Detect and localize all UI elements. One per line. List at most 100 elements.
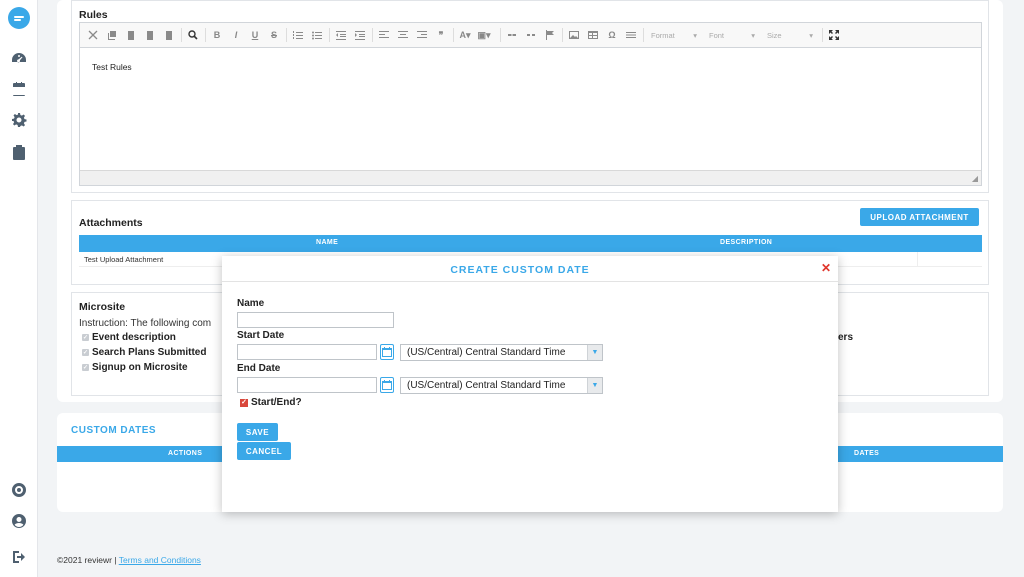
start-date-label: Start Date	[237, 330, 285, 341]
toolbar-divider	[822, 28, 823, 42]
paste-word-icon[interactable]	[162, 28, 176, 42]
attachments-title: Attachments	[79, 217, 143, 229]
chevron-down-icon: ▾	[751, 30, 755, 40]
paste-text-icon[interactable]	[143, 28, 157, 42]
resize-handle-icon[interactable]: ◢	[972, 174, 978, 183]
start-date-calendar-icon[interactable]	[380, 344, 394, 360]
footer: ©2021 reviewr | Terms and Conditions	[57, 555, 201, 565]
microsite-option[interactable]: ✓ Signup on Microsite	[82, 362, 188, 373]
chevron-down-icon: ▼	[587, 345, 602, 360]
paste-icon[interactable]	[124, 28, 138, 42]
toolbar-divider	[205, 28, 206, 42]
bullet-list-icon[interactable]	[310, 28, 324, 42]
toolbar-divider	[453, 28, 454, 42]
chevron-down-icon: ▼	[587, 378, 602, 393]
blockquote-icon[interactable]: ❞	[434, 28, 448, 42]
column-header-dates: DATES	[854, 450, 880, 457]
cancel-button[interactable]: CANCEL	[237, 442, 291, 460]
text-color-icon[interactable]: A▾	[458, 28, 472, 42]
table-icon[interactable]	[586, 28, 600, 42]
microsite-instruction: Instruction: The following com	[79, 318, 212, 329]
bold-icon[interactable]: B	[210, 28, 224, 42]
italic-icon[interactable]: I	[229, 28, 243, 42]
reviewr-logo-icon[interactable]	[8, 7, 30, 29]
underline-icon[interactable]: U	[248, 28, 262, 42]
size-dropdown[interactable]: Size ▾	[764, 28, 816, 42]
chevron-down-icon: ▾	[693, 30, 697, 40]
column-divider	[917, 252, 918, 267]
align-left-icon[interactable]	[377, 28, 391, 42]
rules-editor-content[interactable]: Test Rules	[80, 49, 981, 169]
end-date-calendar-icon[interactable]	[380, 377, 394, 393]
checkbox-checked-icon[interactable]: ✓	[240, 398, 248, 407]
upload-attachment-button[interactable]: UPLOAD ATTACHMENT	[860, 208, 979, 226]
find-icon[interactable]	[186, 28, 200, 42]
checkbox-checked-icon[interactable]: ✓	[82, 334, 89, 341]
outdent-icon[interactable]	[334, 28, 348, 42]
toolbar-divider	[500, 28, 501, 42]
microsite-option[interactable]: ✓ Search Plans Submitted	[82, 347, 206, 358]
rules-title: Rules	[79, 9, 108, 21]
numbered-list-icon[interactable]	[291, 28, 305, 42]
start-end-checkbox-row[interactable]: ✓ Start/End?	[240, 397, 302, 408]
toolbar-divider	[372, 28, 373, 42]
editor-toolbar: B I U S ❞ A▾ ▣▾ Ω Format ▾ Font ▾ Size ▾	[80, 23, 981, 48]
anchor-flag-icon[interactable]	[543, 28, 557, 42]
link-icon[interactable]	[505, 28, 519, 42]
background-color-icon[interactable]: ▣▾	[477, 28, 491, 42]
gear-icon[interactable]	[11, 112, 27, 128]
start-date-input[interactable]	[237, 344, 377, 360]
name-label: Name	[237, 298, 265, 309]
end-timezone-select[interactable]: (US/Central) Central Standard Time ▼	[400, 377, 603, 394]
microsite-option[interactable]: ✓ Event description	[82, 332, 176, 343]
name-input[interactable]	[237, 312, 394, 328]
dashboard-icon[interactable]	[11, 50, 27, 66]
toolbar-divider	[329, 28, 330, 42]
chevron-down-icon: ▾	[809, 30, 813, 40]
toolbar-divider	[562, 28, 563, 42]
indent-icon[interactable]	[353, 28, 367, 42]
attachments-table-header: NAME DESCRIPTION	[79, 235, 982, 252]
copy-icon[interactable]	[105, 28, 119, 42]
column-header-description: DESCRIPTION	[720, 239, 773, 246]
logout-icon[interactable]	[11, 549, 27, 565]
maximize-icon[interactable]	[827, 28, 841, 42]
user-icon[interactable]	[11, 513, 27, 529]
column-header-name: NAME	[316, 239, 339, 246]
calendar-icon[interactable]	[11, 81, 27, 97]
column-header-actions: ACTIONS	[168, 450, 203, 457]
close-icon[interactable]: ✕	[821, 261, 831, 275]
terms-link[interactable]: Terms and Conditions	[119, 555, 201, 565]
sidebar	[0, 0, 38, 577]
end-date-input[interactable]	[237, 377, 377, 393]
image-icon[interactable]	[567, 28, 581, 42]
checkbox-checked-icon[interactable]: ✓	[82, 364, 89, 371]
format-dropdown[interactable]: Format ▾	[648, 28, 700, 42]
align-right-icon[interactable]	[415, 28, 429, 42]
modal-header: CREATE CUSTOM DATE ✕	[222, 256, 838, 282]
horizontal-rule-icon[interactable]	[624, 28, 638, 42]
editor-status-bar: ◢	[80, 170, 981, 185]
cut-icon[interactable]	[86, 28, 100, 42]
special-char-icon[interactable]: Ω	[605, 28, 619, 42]
save-button[interactable]: SAVE	[237, 423, 278, 441]
clipboard-icon[interactable]	[11, 144, 27, 160]
microsite-option-fragment: ers	[838, 332, 854, 343]
unlink-icon[interactable]	[524, 28, 538, 42]
modal-title: CREATE CUSTOM DATE	[450, 264, 590, 276]
attachment-name: Test Upload Attachment	[84, 255, 164, 264]
toolbar-divider	[643, 28, 644, 42]
font-dropdown[interactable]: Font ▾	[706, 28, 758, 42]
start-timezone-select[interactable]: (US/Central) Central Standard Time ▼	[400, 344, 603, 361]
support-icon[interactable]	[11, 482, 27, 498]
toolbar-divider	[286, 28, 287, 42]
align-center-icon[interactable]	[396, 28, 410, 42]
toolbar-divider	[181, 28, 182, 42]
microsite-title: Microsite	[79, 301, 126, 313]
copyright-text: ©2021 reviewr |	[57, 555, 119, 565]
checkbox-checked-icon[interactable]: ✓	[82, 349, 89, 356]
end-date-label: End Date	[237, 363, 281, 374]
rules-editor: B I U S ❞ A▾ ▣▾ Ω Format ▾ Font ▾ Size ▾ Te…	[79, 22, 982, 186]
custom-dates-title: CUSTOM DATES	[71, 425, 157, 436]
strike-icon[interactable]: S	[267, 28, 281, 42]
